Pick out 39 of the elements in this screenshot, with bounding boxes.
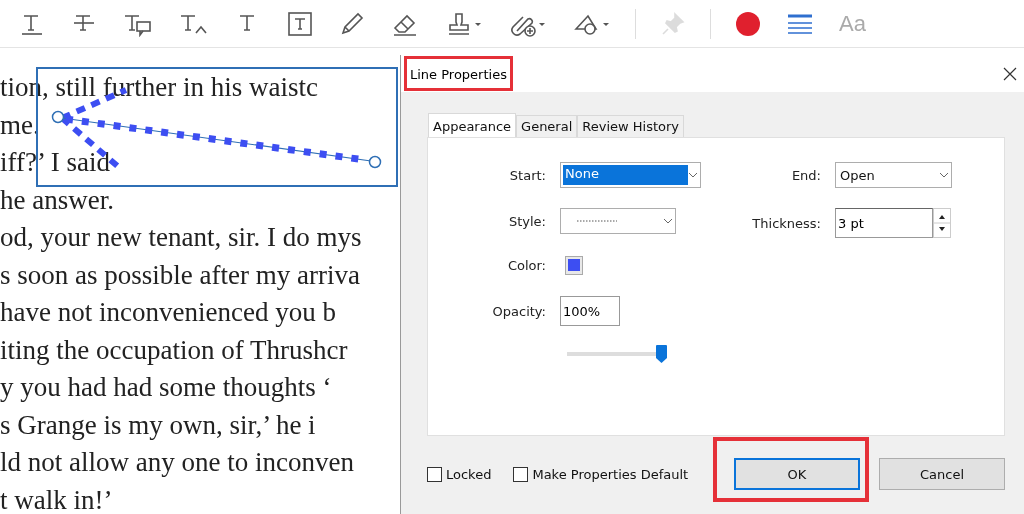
document-text-line: s Grange is my own, sir,’ he i [0,408,316,442]
tab[interactable]: Appearance [428,113,517,137]
document-text-line: me. [0,108,40,142]
field-label: Color: [507,257,546,273]
color-dot-icon [735,10,761,37]
thickness-field[interactable]: 3 pt [835,208,933,238]
chevron-icon [663,218,673,224]
document-text-line: s soon as possible after my arriva [0,258,360,292]
tab[interactable]: General [516,115,578,137]
field-label: Thickness: [752,215,821,231]
chevron-icon [688,172,698,178]
dropdown[interactable]: Open [835,162,952,188]
field-label: Opacity: [492,303,546,319]
checkbox[interactable]: Make Properties Default [513,466,689,482]
document-text-line: have not inconvenienced you b [0,296,336,329]
slider-thumb[interactable] [656,345,667,363]
document-text-line: od, your new tenant, sir. I do mys [0,221,362,254]
spin-buttons[interactable] [933,208,951,238]
dotted-line-icon [577,219,617,223]
field-label: End: [791,167,821,183]
document-text-line: y you had had some thoughts ‘ [0,371,332,404]
document-text-line: iting the occupation of Thrushcr [0,333,348,367]
text-box-icon [287,10,313,37]
checkbox[interactable]: Locked [427,466,492,482]
document-text-line: ld not allow any one to inconven [0,446,354,479]
document-text-line: he answer. [0,183,114,217]
opacity-field[interactable]: 100% [560,296,620,326]
field-label: Style: [508,213,546,229]
field-label: Start: [509,167,546,183]
dialog-button[interactable]: Cancel [879,458,1005,490]
chevron-icon [939,172,949,178]
pencil-icon [339,10,365,37]
tab[interactable]: Review History [577,115,685,137]
dropdown[interactable]: None [560,162,701,188]
window-title: Line Properties [410,67,507,82]
pin-icon [660,10,686,37]
color-swatch[interactable] [565,255,583,275]
dialog-button[interactable]: OK [734,458,860,490]
document-text-line: t walk in!’ [0,483,113,514]
